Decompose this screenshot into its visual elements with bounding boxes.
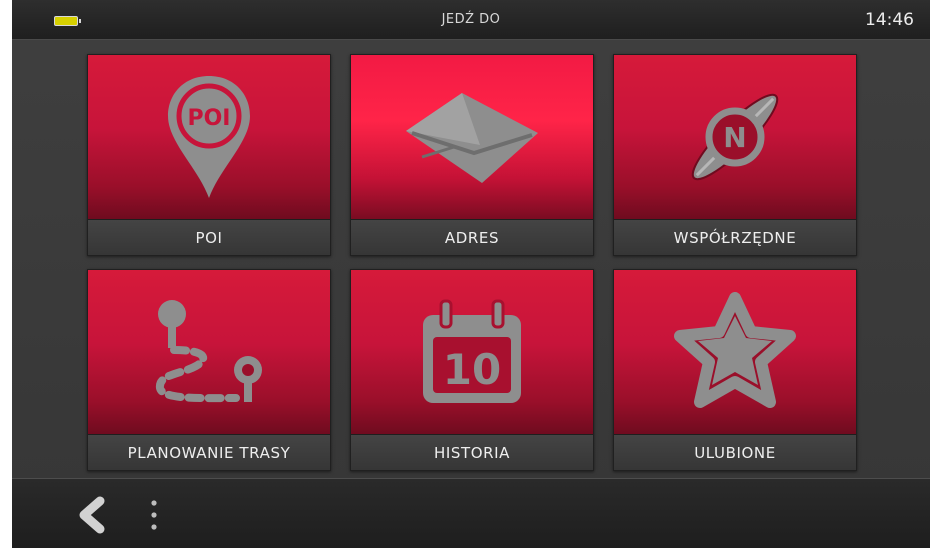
tile-coordinates[interactable]: N WSPÓŁRZĘDNE xyxy=(613,54,857,256)
tile-history-art: 10 xyxy=(351,270,593,434)
poi-icon-text: POI xyxy=(187,106,230,131)
clock: 14:46 xyxy=(865,10,914,30)
tile-favorites-label: ULUBIONE xyxy=(614,434,856,470)
poi-pin-icon: POI xyxy=(164,72,254,202)
calendar-icon: 10 xyxy=(417,297,527,407)
envelope-icon xyxy=(402,87,542,187)
tile-poi-art: POI xyxy=(88,55,330,219)
tile-route-planning[interactable]: PLANOWANIE TRASY xyxy=(87,269,331,471)
page-title: JEDŹ DO xyxy=(441,12,501,27)
tile-favorites[interactable]: ULUBIONE xyxy=(613,269,857,471)
tile-route-planning-label: PLANOWANIE TRASY xyxy=(88,434,330,470)
star-icon xyxy=(670,292,800,412)
bottom-toolbar xyxy=(12,478,930,548)
tile-history-label: HISTORIA xyxy=(351,434,593,470)
status-bar: JEDŹ DO 14:46 xyxy=(12,0,930,40)
tile-address-art xyxy=(351,55,593,219)
more-options-button[interactable] xyxy=(144,497,164,533)
calendar-icon-text: 10 xyxy=(443,345,501,394)
tile-favorites-art xyxy=(614,270,856,434)
chevron-left-icon xyxy=(72,496,112,539)
more-vertical-icon xyxy=(144,500,164,537)
compass-icon: N xyxy=(675,77,795,197)
tile-poi[interactable]: POI POI xyxy=(87,54,331,256)
compass-icon-text: N xyxy=(723,121,746,154)
tile-address[interactable]: ADRES xyxy=(350,54,594,256)
tile-address-label: ADRES xyxy=(351,219,593,255)
tile-route-planning-art xyxy=(88,270,330,434)
tile-coordinates-art: N xyxy=(614,55,856,219)
navigation-screen: JEDŹ DO 14:46 POI POI ADRES N WSPÓŁRZĘDN… xyxy=(12,0,930,548)
tile-history[interactable]: 10 HISTORIA xyxy=(350,269,594,471)
back-button[interactable] xyxy=(72,495,112,535)
tile-poi-label: POI xyxy=(88,219,330,255)
tile-coordinates-label: WSPÓŁRZĘDNE xyxy=(614,219,856,255)
route-icon xyxy=(144,292,274,412)
